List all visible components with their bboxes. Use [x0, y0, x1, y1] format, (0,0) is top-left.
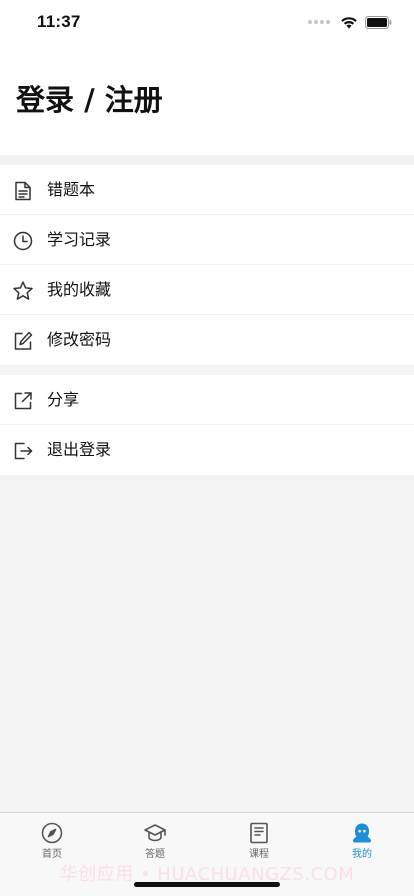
tab-label: 课程: [249, 849, 269, 860]
menu-item-wrong-questions[interactable]: 错题本: [0, 165, 414, 215]
tab-label: 我的: [352, 849, 372, 860]
status-bar: 11:37: [0, 0, 414, 44]
home-indicator: [134, 882, 280, 887]
menu-item-label: 学习记录: [47, 230, 112, 249]
menu-item-share[interactable]: 分享: [0, 375, 414, 425]
menu-item-label: 分享: [47, 390, 80, 409]
menu-item-study-records[interactable]: 学习记录: [0, 215, 414, 265]
menu-item-change-password[interactable]: 修改密码: [0, 315, 414, 365]
graduation-cap-icon: [143, 821, 167, 845]
cellular-signal-icon: [308, 20, 332, 24]
tab-label: 首页: [42, 849, 62, 860]
logout-icon: [12, 440, 34, 462]
compass-icon: [40, 821, 64, 845]
edit-icon: [12, 330, 34, 352]
menu-item-label: 错题本: [47, 180, 96, 199]
menu-item-label: 我的收藏: [47, 280, 112, 299]
clock-icon: [12, 230, 34, 252]
profile-header: 登录 / 注册: [0, 44, 414, 155]
menu-item-label: 修改密码: [47, 330, 112, 349]
star-icon: [12, 280, 34, 302]
document-icon: [12, 180, 34, 202]
menu-item-logout[interactable]: 退出登录: [0, 425, 414, 475]
menu-item-label: 退出登录: [47, 440, 112, 459]
status-time: 11:37: [37, 12, 81, 31]
menu-item-favorites[interactable]: 我的收藏: [0, 265, 414, 315]
tab-home[interactable]: 首页: [0, 821, 104, 869]
menu-group-secondary: 分享 退出登录: [0, 375, 414, 475]
login-register-button[interactable]: 登录 / 注册: [16, 82, 163, 118]
book-icon: [247, 821, 271, 845]
tab-course[interactable]: 课程: [207, 821, 311, 869]
user-icon: [350, 821, 374, 845]
battery-icon: [365, 15, 392, 29]
wifi-icon: [341, 16, 357, 28]
menu-group-main: 错题本 学习记录 我的收藏 修改密码: [0, 165, 414, 365]
tab-mine[interactable]: 我的: [310, 821, 414, 869]
share-icon: [12, 390, 34, 412]
tab-label: 答题: [145, 849, 165, 860]
status-icons: [308, 14, 392, 30]
tab-quiz[interactable]: 答题: [103, 821, 207, 869]
